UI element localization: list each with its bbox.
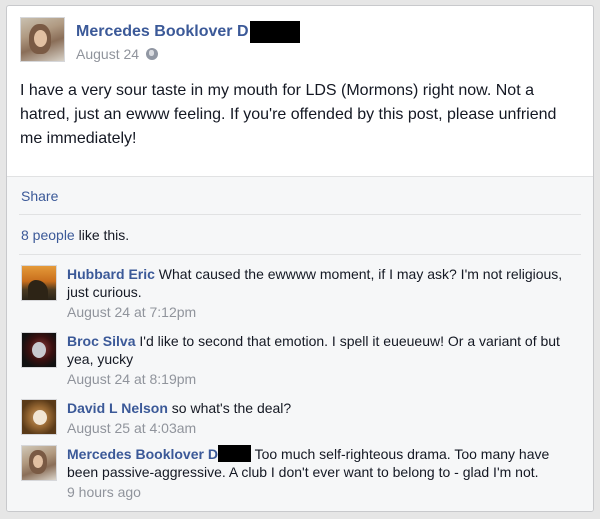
comment-text: Mercedes Booklover D Too much self-right… [67, 445, 572, 481]
likes-summary: 8 people like this. [21, 227, 129, 243]
comment-message: so what's the deal? [171, 400, 292, 416]
comment-message: I'd like to second that emotion. I spell… [67, 333, 560, 367]
commenter-avatar[interactable] [21, 332, 57, 368]
commenter-avatar[interactable] [21, 265, 57, 301]
share-button[interactable]: Share [21, 188, 58, 204]
comment-author[interactable]: David L Nelson [67, 400, 168, 416]
likes-suffix: like this. [74, 227, 130, 243]
comment-body: Mercedes Booklover D Too much self-right… [67, 445, 572, 501]
comment-text: Hubbard Eric What caused the ewwww momen… [67, 265, 572, 301]
comment-text: David L Nelson so what's the deal? [67, 399, 572, 417]
commenter-avatar[interactable] [21, 445, 57, 481]
post-body: I have a very sour taste in my mouth for… [20, 82, 557, 147]
poster-avatar[interactable] [20, 17, 65, 62]
post-header-text: Mercedes Booklover D August 24 [76, 21, 300, 62]
divider [19, 254, 581, 255]
post-header: Mercedes Booklover D August 24 [20, 17, 300, 62]
divider [19, 214, 581, 215]
poster-name-row: Mercedes Booklover D [76, 21, 300, 43]
globe-icon[interactable] [146, 48, 159, 60]
comment-item: David L Nelson so what's the deal? Augus… [21, 399, 581, 437]
comment-text: Broc Silva I'd like to second that emoti… [67, 332, 572, 368]
post-card: Mercedes Booklover D August 24 I have a … [6, 5, 594, 512]
poster-name[interactable]: Mercedes Booklover D [76, 23, 249, 41]
comment-timestamp[interactable]: August 24 at 8:19pm [67, 370, 572, 388]
comment-author[interactable]: Broc Silva [67, 333, 135, 349]
comment-item: Broc Silva I'd like to second that emoti… [21, 332, 581, 388]
post-timestamp-row: August 24 [76, 46, 300, 62]
comment-timestamp[interactable]: August 25 at 4:03am [67, 419, 572, 437]
post-timestamp[interactable]: August 24 [76, 46, 139, 62]
feedback-area: Share 8 people like this. Hubbard Eric W… [7, 177, 593, 511]
comment-timestamp[interactable]: August 24 at 7:12pm [67, 303, 572, 321]
comment-author[interactable]: Mercedes Booklover D [67, 446, 218, 462]
comment-body: David L Nelson so what's the deal? Augus… [67, 399, 572, 437]
redaction-box [217, 445, 251, 462]
comment-item: Hubbard Eric What caused the ewwww momen… [21, 265, 581, 321]
comment-timestamp[interactable]: 9 hours ago [67, 483, 572, 501]
comment-author[interactable]: Hubbard Eric [67, 266, 155, 282]
comment-item: Mercedes Booklover D Too much self-right… [21, 445, 581, 501]
commenter-avatar[interactable] [21, 399, 57, 435]
comment-body: Hubbard Eric What caused the ewwww momen… [67, 265, 572, 321]
likes-count-link[interactable]: 8 people [21, 227, 75, 243]
redaction-box [249, 21, 300, 43]
comment-body: Broc Silva I'd like to second that emoti… [67, 332, 572, 388]
